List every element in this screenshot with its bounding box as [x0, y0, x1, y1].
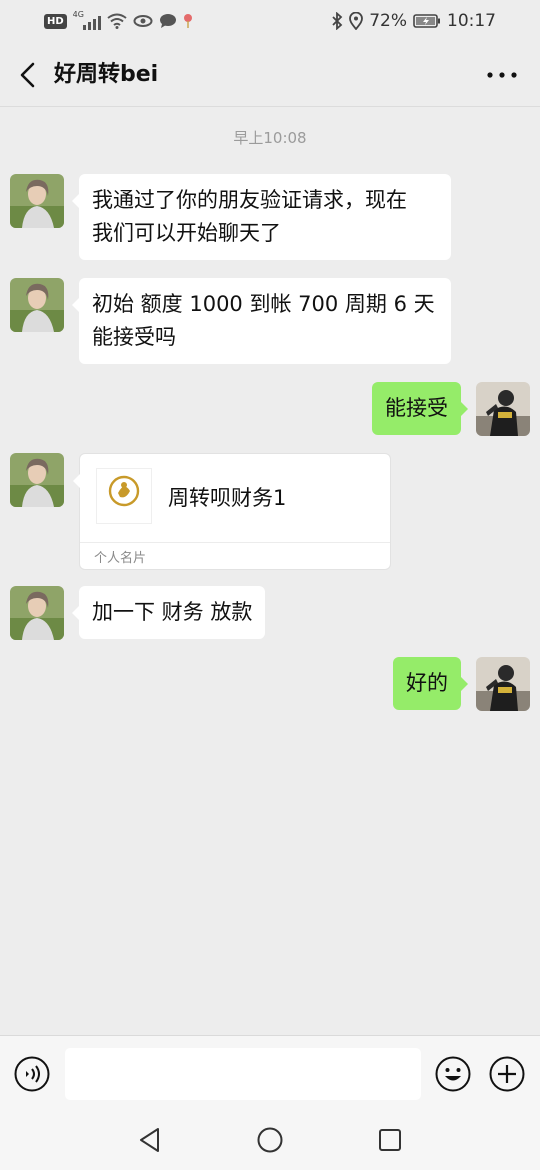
voice-icon[interactable] [14, 1056, 50, 1092]
contact-avatar[interactable] [10, 453, 64, 507]
signal-icon: 4G [73, 10, 101, 30]
system-nav-bar [0, 1113, 540, 1170]
message-bubble-sent[interactable]: 能接受 [372, 382, 468, 435]
battery-percent: 72% [369, 11, 407, 31]
message-bubble-received[interactable]: 加一下 财务 放款 [71, 586, 266, 639]
message-text-line: 能接受吗 [92, 325, 176, 349]
wifi-icon [107, 13, 127, 29]
emoji-icon[interactable] [435, 1056, 471, 1092]
nav-home-icon[interactable] [256, 1126, 284, 1154]
contact-avatar[interactable] [10, 278, 64, 332]
input-bar [0, 1035, 540, 1114]
message-bubble-received[interactable]: 初始 额度 1000 到帐 700 周期 6 天 能接受吗 [72, 278, 451, 364]
contact-avatar[interactable] [10, 174, 64, 228]
card-logo [96, 468, 152, 524]
message-bubble-received[interactable]: 我通过了你的朋友验证请求，现在 我们可以开始聊天了 [72, 174, 451, 260]
location-icon [349, 12, 364, 30]
eye-icon [133, 15, 153, 27]
message-bubble-sent[interactable]: 好的 [393, 657, 468, 710]
more-dots-icon[interactable] [486, 64, 518, 86]
contact-card[interactable]: 周转呗财务1 个人名片 [73, 453, 391, 570]
card-name: 周转呗财务1 [168, 486, 287, 510]
message-icon [159, 14, 176, 28]
message-text: 好的 [406, 671, 448, 695]
chat-header: 好周转bei [0, 44, 540, 107]
message-text-line: 初始 额度 1000 到帐 700 周期 6 天 [92, 292, 435, 316]
card-type-label: 个人名片 [94, 551, 147, 566]
my-avatar[interactable] [476, 382, 530, 436]
status-right-icons: 72% 10:17 [331, 10, 496, 32]
message-timestamp: 早上10:08 [233, 129, 307, 147]
chat-area[interactable]: 早上10:08 我通过了你的朋友验证请求，现在 我们可以开始聊天了 初始 额度 … [0, 107, 540, 1035]
pin-icon [183, 14, 192, 28]
message-text-line: 我们可以开始聊天了 [92, 221, 281, 245]
chevron-left-icon[interactable] [14, 59, 44, 91]
clock: 10:17 [447, 11, 496, 31]
card-divider [80, 542, 390, 543]
message-text-line: 我通过了你的朋友验证请求，现在 [92, 188, 407, 212]
plus-icon[interactable] [489, 1056, 525, 1092]
status-bar: HD 4G 72% 10:17 [0, 0, 540, 44]
battery-icon [413, 14, 440, 28]
message-text: 加一下 财务 放款 [92, 600, 253, 624]
message-text: 能接受 [385, 396, 448, 420]
message-input[interactable] [65, 1048, 421, 1100]
status-left-icons: HD 4G [44, 10, 193, 32]
my-avatar[interactable] [476, 657, 530, 711]
contact-avatar[interactable] [10, 586, 64, 640]
page-title: 好周转bei [54, 62, 159, 87]
hd-badge: HD [44, 13, 67, 29]
nav-back-icon[interactable] [136, 1125, 164, 1155]
nav-recent-icon[interactable] [376, 1126, 404, 1154]
bluetooth-icon [332, 12, 343, 30]
